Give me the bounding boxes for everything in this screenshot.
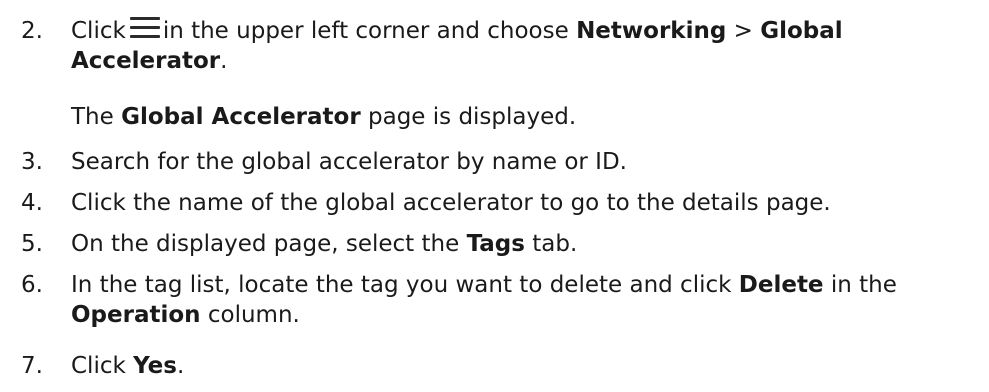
menu-separator: > (733, 18, 753, 44)
step-line: Click Yes. (71, 351, 971, 381)
step-text: Click in the upper left corner and choose… (71, 16, 971, 76)
ui-term-tags: Tags (466, 231, 525, 257)
ui-term-accelerator: Accelerator (71, 48, 221, 74)
ui-term-global-accelerator: Global Accelerator (121, 104, 361, 130)
step-text: Search for the global accelerator by nam… (71, 147, 971, 177)
ui-term-operation: Operation (71, 302, 201, 328)
procedure-steps: 2. Click in the upper left corner and cho… (0, 0, 989, 392)
step-number: 6. (21, 272, 43, 298)
step-line: Accelerator. (71, 46, 971, 76)
step-line: In the tag list, locate the tag you want… (71, 270, 971, 300)
step-line: Click the name of the global accelerator… (71, 190, 831, 216)
step-text-segment: . (176, 353, 185, 379)
step-number: 7. (21, 353, 43, 379)
ui-term-networking: Networking (576, 18, 727, 44)
step-text-segment: . (220, 48, 228, 74)
step-text: Click the name of the global accelerator… (71, 188, 971, 218)
step-text-segment: in the (830, 272, 897, 298)
step-2-result: The Global Accelerator page is displayed… (71, 102, 576, 132)
step-text: In the tag list, locate the tag you want… (71, 270, 971, 330)
ui-term-global: Global (760, 18, 843, 44)
result-text-segment: page is displayed. (368, 104, 577, 130)
step-number: 4. (21, 190, 43, 216)
step-text-segment: column. (207, 302, 300, 328)
step-line: Search for the global accelerator by nam… (71, 149, 627, 175)
step-line: Operation column. (71, 300, 971, 330)
step-text: On the displayed page, select the Tags t… (71, 229, 971, 259)
result-text-segment: The (71, 104, 114, 130)
step-text: Click Yes. (71, 351, 971, 381)
step-line: On the displayed page, select the Tags t… (71, 229, 971, 259)
step-text-segment: Click (71, 353, 126, 379)
step-text-segment: Click (71, 18, 126, 44)
hamburger-menu-icon (129, 17, 160, 39)
ui-term-yes: Yes (133, 353, 177, 379)
step-text-segment: In the tag list, locate the tag you want… (71, 272, 732, 298)
step-number: 5. (21, 231, 43, 257)
step-line: Click in the upper left corner and choose… (71, 16, 971, 46)
step-number: 2. (21, 18, 43, 44)
ui-term-delete: Delete (738, 272, 824, 298)
step-text-segment: in the upper left corner and choose (162, 18, 569, 44)
step-text-segment: tab. (532, 231, 578, 257)
step-text-segment: On the displayed page, select the (71, 231, 460, 257)
step-number: 3. (21, 149, 43, 175)
